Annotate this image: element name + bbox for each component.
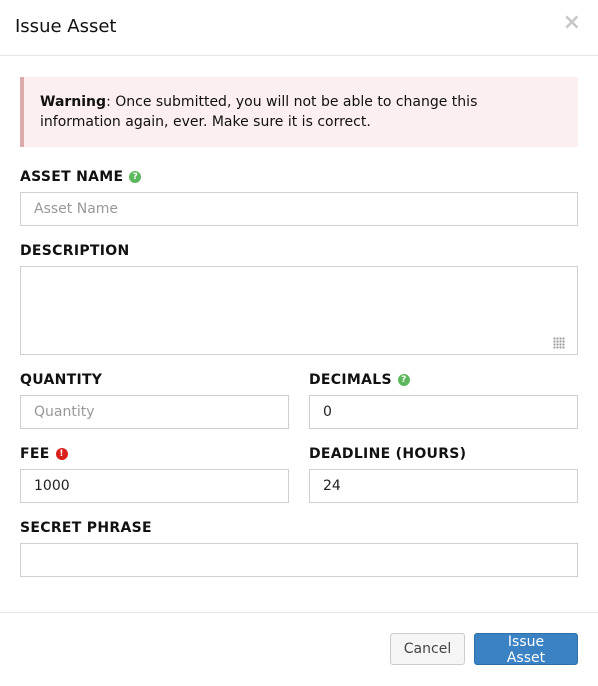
warning-text: : Once submitted, you will not be able t… — [40, 94, 478, 130]
fee-label: FEE — [20, 446, 50, 462]
warning-alert: Warning: Once submitted, you will not be… — [20, 77, 578, 147]
asset-name-label-row: ASSET NAME ? — [20, 169, 142, 185]
secret-phrase-input[interactable] — [20, 543, 578, 577]
deadline-label: DEADLINE (HOURS) — [309, 446, 467, 462]
footer-divider — [0, 612, 598, 613]
question-circle-icon[interactable]: ? — [397, 374, 410, 386]
close-icon[interactable]: × — [563, 12, 581, 34]
deadline-input[interactable] — [309, 469, 578, 503]
decimals-input[interactable] — [309, 395, 578, 429]
resize-grip-icon[interactable] — [553, 337, 565, 349]
modal-header: Issue Asset × — [0, 0, 598, 56]
secret-phrase-label: SECRET PHRASE — [20, 520, 152, 536]
dialog-title: Issue Asset — [15, 16, 117, 37]
quantity-label: QUANTITY — [20, 372, 103, 388]
decimals-label-row: DECIMALS ? — [309, 372, 410, 388]
decimals-label: DECIMALS — [309, 372, 392, 388]
issue-asset-button[interactable]: Issue Asset — [474, 633, 578, 666]
description-label: DESCRIPTION — [20, 243, 130, 259]
cancel-button[interactable]: Cancel — [390, 633, 465, 665]
asset-name-input[interactable] — [20, 192, 578, 226]
exclamation-circle-icon[interactable]: ! — [55, 448, 68, 460]
quantity-input[interactable] — [20, 395, 289, 429]
fee-label-row: FEE ! — [20, 446, 68, 462]
warning-strong: Warning — [40, 94, 107, 110]
fee-input[interactable] — [20, 469, 289, 503]
question-circle-icon[interactable]: ? — [129, 171, 142, 183]
asset-name-label: ASSET NAME — [20, 169, 124, 185]
description-textarea[interactable] — [20, 266, 578, 355]
